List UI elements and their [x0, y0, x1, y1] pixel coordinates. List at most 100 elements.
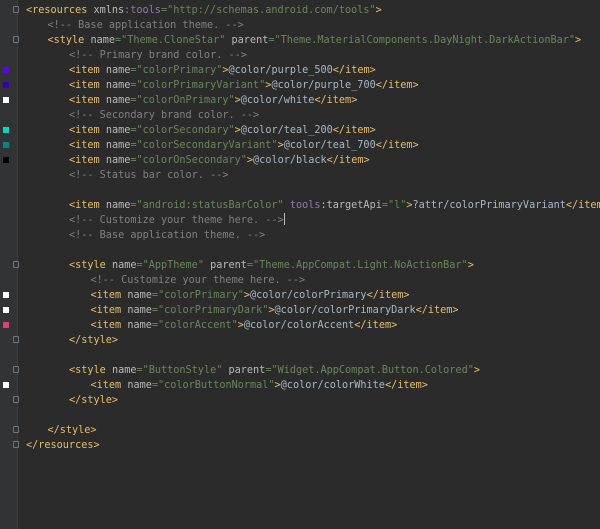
code-line[interactable]	[0, 408, 600, 423]
code-token: </style>	[69, 335, 119, 346]
code-token: <style	[69, 365, 112, 376]
code-token: ="Theme.AppCompat.Light.NoActionBar"	[246, 260, 468, 271]
code-line[interactable]: <item name="android:statusBarColor" tool…	[0, 198, 600, 213]
code-line[interactable]: #3700b3 <item name="colorPrimaryVariant">…	[0, 78, 600, 93]
code-token: ="colorAccent"	[151, 320, 238, 331]
code-token: ="android:statusBarColor"	[130, 200, 290, 211]
code-line[interactable]: <!-- Base application theme. -->	[0, 18, 600, 33]
color-swatch-icon[interactable]: #3700b3	[3, 82, 9, 88]
fold-close-icon[interactable]	[13, 396, 19, 403]
code-line[interactable]: #6200ee <item name="colorPrimary">@color/…	[0, 63, 600, 78]
text-caret	[283, 213, 285, 225]
code-line[interactable]: #03dac5 <item name="colorSecondary">@colo…	[0, 123, 600, 138]
color-swatch-icon[interactable]: #ffffff	[3, 307, 9, 313]
color-swatch-icon[interactable]: #ffffff	[3, 97, 9, 103]
code-text: </style>	[48, 423, 97, 438]
code-editor[interactable]: <resources xmlns:tools="http://schemas.a…	[0, 0, 600, 529]
code-token: name	[105, 125, 131, 136]
code-line[interactable]: </resources>	[0, 438, 600, 453]
code-text: <!-- Base application theme. -->	[48, 18, 244, 33]
code-text: <item name="colorSecondaryVariant">@colo…	[69, 138, 419, 153]
fold-close-icon[interactable]	[13, 426, 19, 433]
code-text: <item name="colorPrimaryDark">@color/col…	[91, 303, 459, 318]
color-swatch-icon[interactable]: #d6457a	[3, 322, 9, 328]
color-swatch-icon[interactable]: #ffffff	[3, 292, 9, 298]
code-line[interactable]: #000000 <item name="colorOnSecondary">@co…	[0, 153, 600, 168]
code-token: <item	[90, 290, 128, 301]
code-line[interactable]: <!-- Customize your theme here. -->	[0, 213, 600, 228]
code-token: xmlns	[93, 5, 125, 16]
fold-close-icon[interactable]	[13, 336, 19, 343]
code-token: >	[473, 365, 480, 376]
code-line[interactable]: <style name="ButtonStyle" parent="Widget…	[0, 363, 600, 378]
code-line[interactable]: #018786 <item name="colorSecondaryVariant…	[0, 138, 600, 153]
code-line[interactable]: #ffffff <item name="colorOnPrimary">@colo…	[0, 93, 600, 108]
code-line[interactable]	[0, 348, 600, 363]
code-text: <style name="AppTheme" parent="Theme.App…	[69, 258, 474, 273]
code-text: <style name="Theme.CloneStar" parent="Th…	[48, 33, 582, 48]
code-line[interactable]: <!-- Primary brand color. -->	[0, 48, 600, 63]
code-line[interactable]	[0, 243, 600, 258]
code-text: <style name="ButtonStyle" parent="Widget…	[69, 363, 480, 378]
code-line[interactable]: <resources xmlns:tools="http://schemas.a…	[0, 3, 600, 18]
fold-close-icon[interactable]	[13, 441, 19, 448]
code-line[interactable]: </style>	[0, 423, 600, 438]
code-text: <item name="colorAccent">@color/colorAcc…	[91, 318, 398, 333]
code-line[interactable]: </style>	[0, 393, 600, 408]
color-swatch-icon[interactable]: #018786	[3, 142, 9, 148]
color-swatch-icon[interactable]: #ffffff	[3, 382, 9, 388]
code-token: ="colorOnPrimary"	[130, 95, 235, 106]
code-token: ="ButtonStyle"	[136, 365, 229, 376]
code-token: <item	[69, 80, 106, 91]
code-token: @color/colorAccent	[243, 320, 355, 331]
code-line[interactable]: </style>	[0, 333, 600, 348]
code-token: >	[375, 5, 382, 16]
code-text: <!-- Customize your theme here. -->	[69, 213, 285, 228]
code-token: ="Theme.CloneStar"	[114, 35, 232, 46]
code-token: name	[105, 200, 131, 211]
code-token: </item>	[332, 125, 376, 136]
code-token: <item	[90, 320, 128, 331]
code-token: </item>	[354, 320, 398, 331]
code-token: name	[105, 140, 131, 151]
code-text: <item name="android:statusBarColor" tool…	[69, 198, 600, 213]
code-line[interactable]: #ffffff <item name="colorPrimaryDark">@co…	[0, 303, 600, 318]
code-text: <item name="colorPrimary">@color/colorPr…	[91, 288, 410, 303]
fold-open-icon[interactable]	[13, 6, 19, 13]
color-swatch-icon[interactable]: #03dac5	[3, 127, 9, 133]
code-token: @color/black	[253, 155, 327, 166]
code-token: </resources>	[26, 440, 100, 451]
code-line[interactable]: #ffffff <item name="colorPrimary">@color/…	[0, 288, 600, 303]
code-text: </resources>	[26, 438, 100, 453]
code-token: name	[127, 305, 152, 316]
code-token: ="AppTheme"	[136, 260, 211, 271]
code-token: </style>	[69, 395, 119, 406]
code-line[interactable]: <!-- Customize your theme here. -->	[0, 273, 600, 288]
code-line[interactable]: <style name="Theme.CloneStar" parent="Th…	[0, 33, 600, 48]
code-text: <item name="colorSecondary">@color/teal_…	[69, 123, 376, 138]
code-text: <!-- Status bar color. -->	[69, 168, 228, 183]
code-token: ="colorOnSecondary"	[130, 155, 247, 166]
code-line[interactable]: <style name="AppTheme" parent="Theme.App…	[0, 258, 600, 273]
code-token: <item	[90, 380, 128, 391]
code-token: </item>	[366, 290, 410, 301]
code-line[interactable]: <!-- Base application theme. -->	[0, 228, 600, 243]
code-token: <!-- Customize your theme here. -->	[69, 215, 284, 226]
code-line[interactable]: #d6457a <item name="colorAccent">@color/c…	[0, 318, 600, 333]
code-token: <item	[69, 155, 106, 166]
fold-open-icon[interactable]	[13, 366, 19, 373]
fold-open-icon[interactable]	[13, 36, 19, 43]
code-token: <item	[69, 140, 106, 151]
code-text: <resources xmlns:tools="http://schemas.a…	[26, 3, 382, 18]
color-swatch-icon[interactable]: #000000	[3, 157, 9, 163]
code-token: </item>	[375, 80, 419, 91]
code-line[interactable]: <!-- Status bar color. -->	[0, 168, 600, 183]
color-swatch-icon[interactable]: #6200ee	[3, 67, 9, 73]
code-line[interactable]	[0, 183, 600, 198]
code-line[interactable]: <!-- Secondary brand color. -->	[0, 108, 600, 123]
code-token: @color/purple_500	[228, 65, 333, 76]
fold-open-icon[interactable]	[13, 261, 19, 268]
code-token: tools	[289, 200, 321, 211]
code-token: ="colorButtonNormal"	[151, 380, 275, 391]
code-line[interactable]: #ffffff <item name="colorButtonNormal">@c…	[0, 378, 600, 393]
